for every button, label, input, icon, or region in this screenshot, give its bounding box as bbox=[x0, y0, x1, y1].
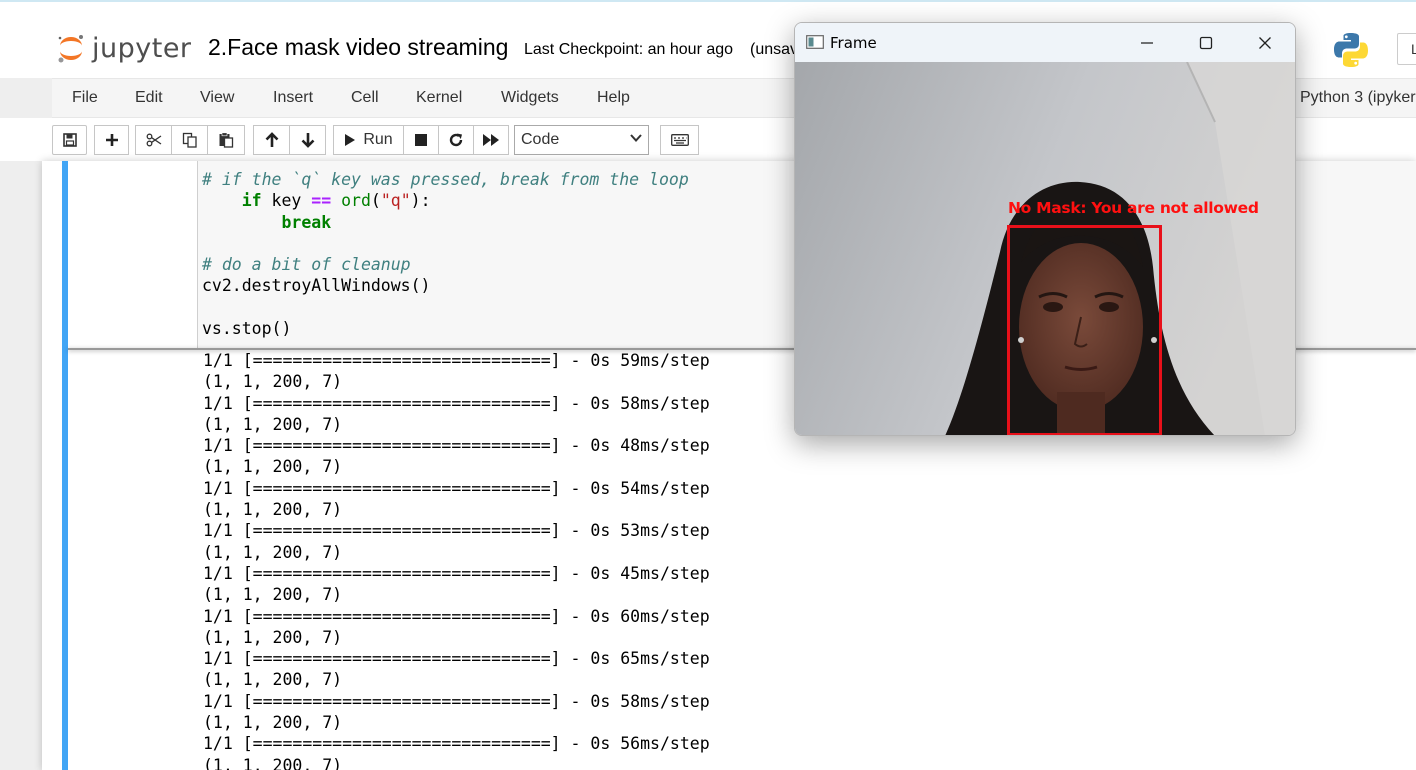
code-line: vs.stop() bbox=[202, 319, 292, 339]
close-button[interactable] bbox=[1245, 30, 1285, 56]
move-down-button[interactable] bbox=[289, 125, 326, 155]
play-icon bbox=[345, 134, 356, 146]
restart-icon bbox=[449, 133, 463, 147]
output-line: (1, 1, 200, 7) bbox=[203, 372, 343, 392]
fast-forward-icon bbox=[483, 134, 499, 146]
run-button[interactable]: Run bbox=[333, 125, 404, 155]
jupyter-logo[interactable]: jupyter bbox=[56, 32, 192, 64]
frame-window[interactable]: Frame No Mask: You are not allowed bbox=[794, 22, 1296, 436]
code-line: # if the `q` key was pressed, break from… bbox=[202, 170, 689, 189]
copy-icon bbox=[182, 132, 197, 148]
output-line: 1/1 [==============================] - 0… bbox=[203, 478, 710, 498]
output-line: (1, 1, 200, 7) bbox=[203, 713, 343, 733]
menu-kernel[interactable]: Kernel bbox=[416, 89, 462, 107]
code-line: # do a bit of cleanup bbox=[202, 255, 411, 275]
code-line: break bbox=[281, 212, 332, 232]
output-line: 1/1 [==============================] - 0… bbox=[203, 691, 710, 711]
interrupt-button[interactable] bbox=[403, 125, 439, 155]
chevron-down-icon bbox=[630, 134, 642, 142]
menu-cell[interactable]: Cell bbox=[351, 89, 379, 107]
app-window-icon bbox=[806, 35, 824, 49]
cell-type-value: Code bbox=[521, 131, 560, 148]
maximize-button[interactable] bbox=[1186, 30, 1226, 56]
output-line: (1, 1, 200, 7) bbox=[203, 755, 343, 770]
output-line: (1, 1, 200, 7) bbox=[203, 457, 343, 477]
menu-view[interactable]: View bbox=[200, 89, 234, 107]
plus-icon bbox=[105, 134, 118, 146]
menu-help[interactable]: Help bbox=[597, 89, 630, 107]
menu-widgets[interactable]: Widgets bbox=[501, 89, 559, 107]
menu-file[interactable]: File bbox=[72, 89, 98, 107]
logo-text: jupyter bbox=[92, 32, 192, 64]
move-up-button[interactable] bbox=[253, 125, 290, 155]
save-status: (unsav bbox=[750, 41, 799, 58]
output-line: (1, 1, 200, 7) bbox=[203, 500, 343, 520]
save-icon bbox=[62, 133, 77, 147]
keyboard-icon bbox=[670, 134, 689, 146]
output-line: (1, 1, 200, 7) bbox=[203, 627, 343, 647]
scissors-icon bbox=[146, 133, 161, 147]
restart-run-all-button[interactable] bbox=[473, 125, 509, 155]
frame-titlebar[interactable]: Frame bbox=[795, 23, 1295, 62]
menu-edit[interactable]: Edit bbox=[135, 89, 163, 107]
code-line: cv2.destroyAllWindows() bbox=[202, 276, 431, 296]
add-cell-button[interactable] bbox=[94, 125, 129, 155]
paste-button[interactable] bbox=[207, 125, 245, 155]
output-line: 1/1 [==============================] - 0… bbox=[203, 351, 710, 370]
output-line: (1, 1, 200, 7) bbox=[203, 414, 343, 434]
kernel-indicator[interactable]: Python 3 (ipyker bbox=[1300, 89, 1416, 107]
output-line: (1, 1, 200, 7) bbox=[203, 585, 343, 605]
output-line: 1/1 [==============================] - 0… bbox=[203, 563, 710, 583]
code-line: if key == ord("q"): bbox=[241, 191, 431, 211]
selected-cell-indicator bbox=[62, 161, 68, 770]
output-line: 1/1 [==============================] - 0… bbox=[203, 521, 710, 541]
output-line: 1/1 [==============================] - 0… bbox=[203, 649, 710, 669]
frame-title: Frame bbox=[830, 34, 877, 52]
code-editor[interactable]: # if the `q` key was pressed, break from… bbox=[202, 169, 689, 339]
run-label: Run bbox=[363, 131, 393, 148]
minimize-button[interactable] bbox=[1127, 30, 1167, 56]
minimize-icon bbox=[1141, 42, 1153, 44]
arrow-up-icon bbox=[265, 132, 278, 147]
output-line: 1/1 [==============================] - 0… bbox=[203, 436, 710, 456]
notebook-title[interactable]: 2.Face mask video streaming bbox=[208, 34, 508, 61]
cut-button[interactable] bbox=[135, 125, 172, 155]
command-palette-button[interactable] bbox=[660, 125, 699, 155]
output-line: 1/1 [==============================] - 0… bbox=[203, 393, 710, 413]
logout-button[interactable]: L bbox=[1397, 33, 1416, 65]
output-line: (1, 1, 200, 7) bbox=[203, 670, 343, 690]
python-logo-icon bbox=[1332, 31, 1370, 74]
detection-label: No Mask: You are not allowed bbox=[1008, 199, 1259, 217]
menu-insert[interactable]: Insert bbox=[273, 89, 313, 107]
copy-button[interactable] bbox=[171, 125, 208, 155]
maximize-icon bbox=[1199, 36, 1213, 50]
restart-button[interactable] bbox=[438, 125, 474, 155]
output-line: 1/1 [==============================] - 0… bbox=[203, 606, 710, 626]
face-bounding-box bbox=[1007, 225, 1162, 435]
close-icon bbox=[1259, 37, 1271, 49]
stop-icon bbox=[415, 134, 427, 146]
jupyter-logo-icon bbox=[58, 35, 83, 63]
output-line: 1/1 [==============================] - 0… bbox=[203, 734, 710, 754]
checkpoint-status: Last Checkpoint: an hour ago bbox=[524, 41, 734, 58]
paste-icon bbox=[219, 132, 234, 148]
cell-output: 1/1 [==============================] - 0… bbox=[203, 350, 710, 770]
save-button[interactable] bbox=[52, 125, 87, 155]
cell-type-select[interactable]: Code bbox=[514, 125, 649, 155]
arrow-down-icon bbox=[301, 133, 314, 148]
output-line: (1, 1, 200, 7) bbox=[203, 542, 343, 562]
